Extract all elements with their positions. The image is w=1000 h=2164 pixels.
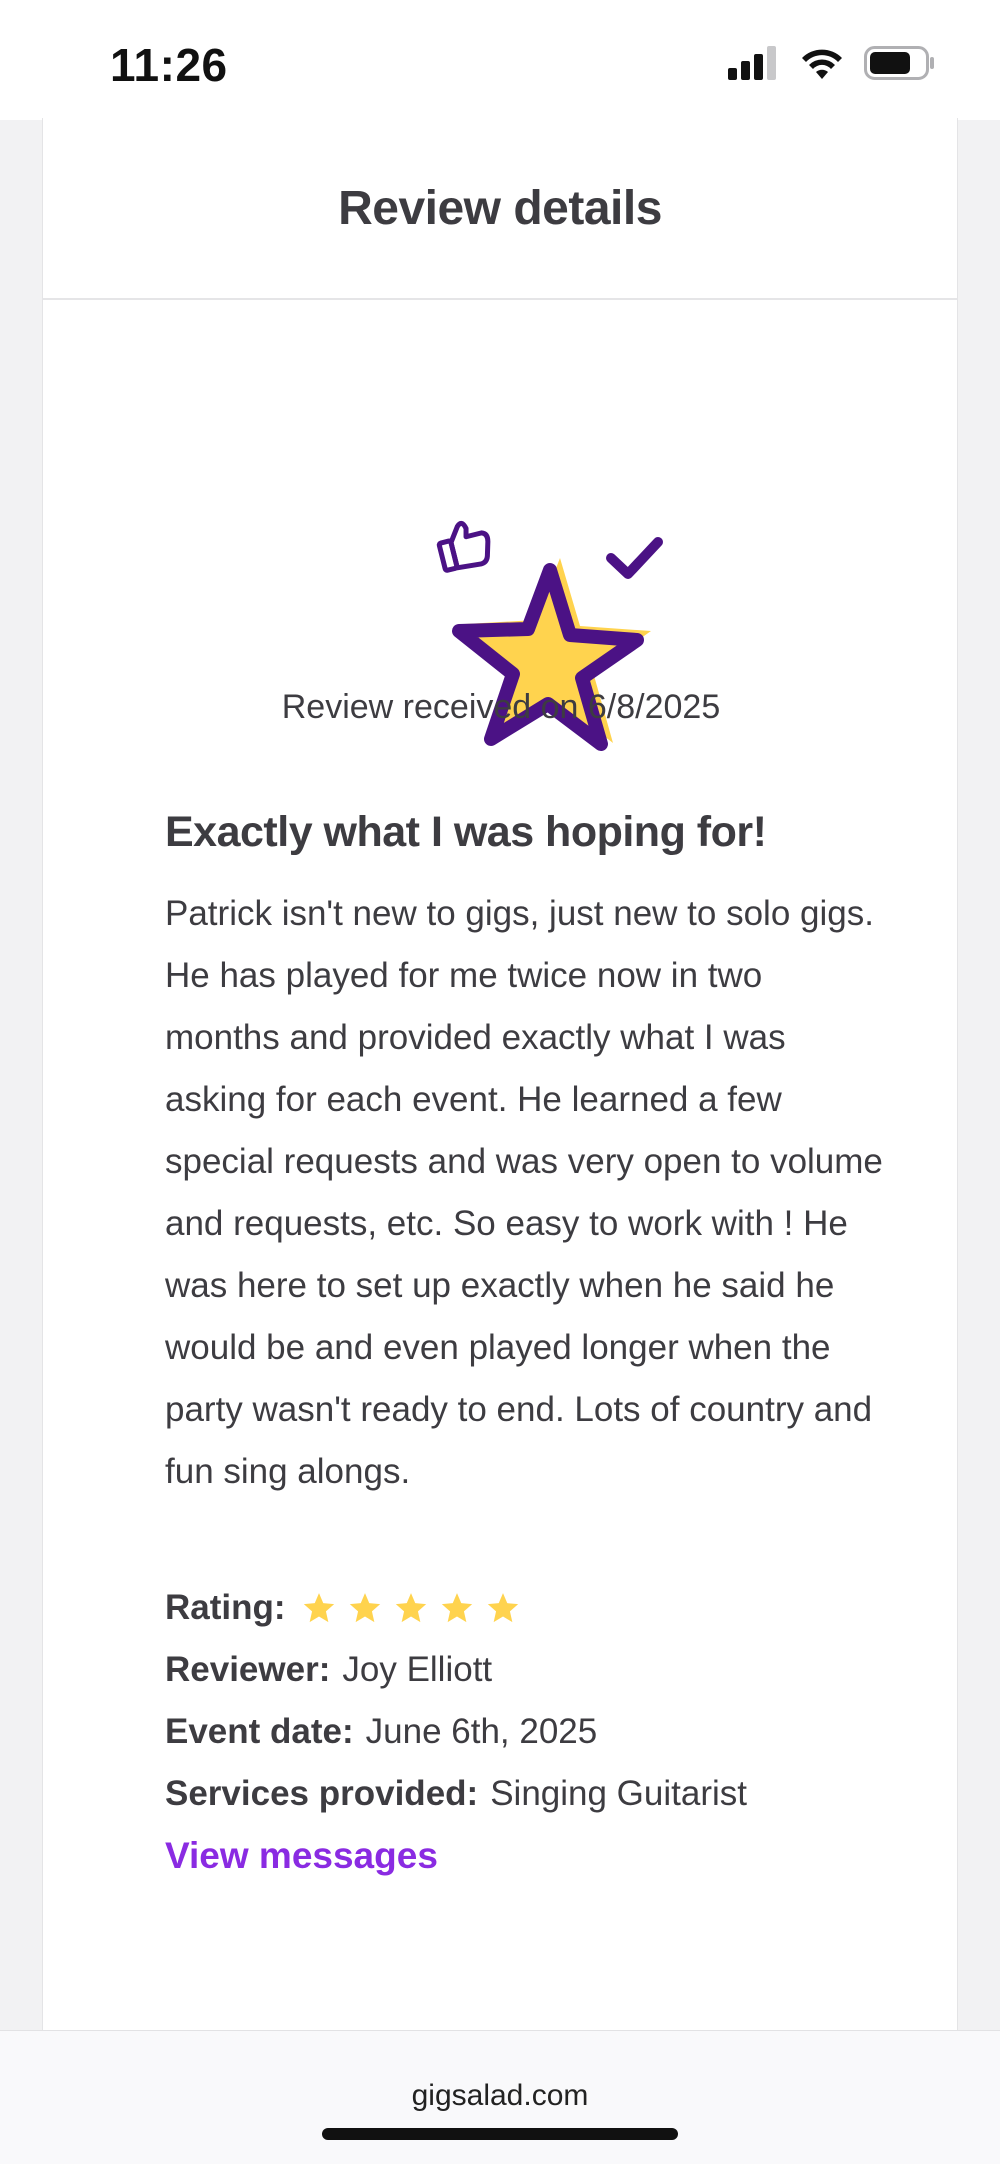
home-indicator[interactable] xyxy=(322,2128,678,2140)
rating-star-icon xyxy=(303,1593,334,1623)
review-content: Exactly what I was hoping for! Patrick i… xyxy=(165,808,885,1888)
event-date-row: Event date: June 6th, 2025 xyxy=(165,1701,885,1763)
browser-bottom-bar: gigsalad.com xyxy=(0,2030,1000,2164)
services-row: Services provided: Singing Guitarist xyxy=(165,1763,885,1825)
status-time: 11:26 xyxy=(110,39,228,91)
card-header: Review details xyxy=(43,118,957,300)
review-meta: Rating: Reviewer: Joy Elliott Event date… xyxy=(165,1577,885,1888)
battery-icon xyxy=(864,46,934,80)
event-date-value: June 6th, 2025 xyxy=(365,1712,598,1751)
rating-row: Rating: xyxy=(165,1577,885,1639)
rating-star-icon xyxy=(487,1593,518,1623)
rating-label: Rating: xyxy=(165,1588,286,1627)
rating-stars xyxy=(302,1591,520,1625)
url-label[interactable]: gigsalad.com xyxy=(0,2079,1000,2113)
rating-star-icon xyxy=(349,1593,380,1623)
reviewer-row: Reviewer: Joy Elliott xyxy=(165,1639,885,1701)
status-icons xyxy=(728,46,936,80)
rating-star-icon xyxy=(441,1593,472,1623)
services-value: Singing Guitarist xyxy=(490,1774,747,1813)
review-details-card: Review details Review received on 6/8/20… xyxy=(42,118,958,2038)
screen: 11:26 Review details Review received on … xyxy=(0,0,1000,2164)
page-title: Review details xyxy=(338,181,662,235)
review-title: Exactly what I was hoping for! xyxy=(165,808,767,856)
thumbs-up-icon xyxy=(436,520,491,573)
wifi-icon xyxy=(802,49,842,79)
status-bar: 11:26 xyxy=(0,0,1000,120)
checkmark-icon xyxy=(606,537,663,579)
rating-star-icon xyxy=(395,1593,426,1623)
review-body: Patrick isn't new to gigs, just new to s… xyxy=(165,894,883,1491)
reviewer-label: Reviewer: xyxy=(165,1650,331,1689)
review-received-date: Review received on 6/8/2025 xyxy=(281,688,721,726)
signal-icon xyxy=(728,46,776,80)
event-date-label: Event date: xyxy=(165,1712,354,1751)
view-messages-link[interactable]: View messages xyxy=(165,1825,438,1887)
reviewer-name: Joy Elliott xyxy=(342,1650,493,1689)
services-label: Services provided: xyxy=(165,1774,479,1813)
